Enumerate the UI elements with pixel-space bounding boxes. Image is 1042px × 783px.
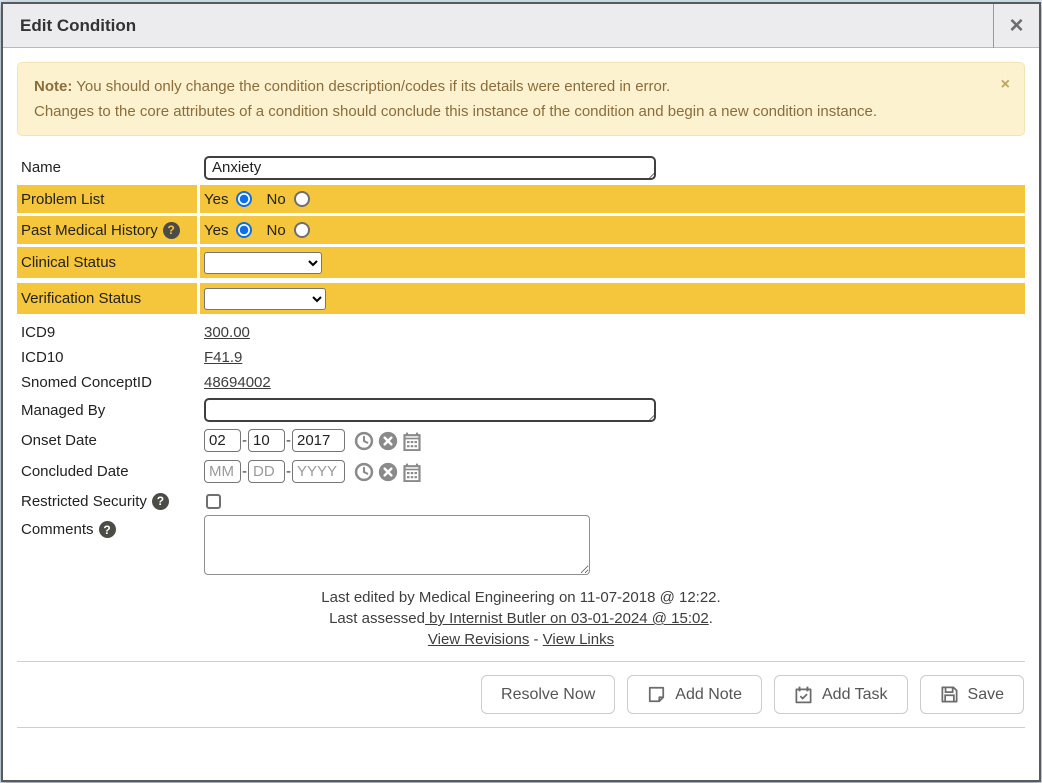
onset-date-label: Onset Date — [17, 425, 197, 456]
pmh-yes-label: Yes — [204, 222, 228, 239]
note-line1: Note: You should only change the conditi… — [34, 74, 1008, 99]
concluded-now-clock-icon[interactable] — [354, 462, 374, 482]
restricted-security-checkbox[interactable] — [206, 494, 221, 509]
problem-list-no-radio[interactable] — [294, 191, 310, 207]
icd9-code-link[interactable]: 300.00 — [204, 324, 250, 341]
clinical-status-label: Clinical Status — [17, 247, 197, 278]
icd10-label: ICD10 — [17, 345, 197, 370]
snomed-code-link[interactable]: 48694002 — [204, 374, 271, 391]
view-links-link[interactable]: View Links — [543, 631, 614, 648]
pmh-no-radio[interactable] — [294, 222, 310, 238]
note-prefix: Note: — [34, 78, 72, 95]
icd10-code-link[interactable]: F41.9 — [204, 349, 242, 366]
view-revisions-link[interactable]: View Revisions — [428, 631, 529, 648]
last-assessed-suffix: . — [709, 610, 713, 627]
managed-by-row: Managed By — [17, 395, 1025, 425]
onset-now-clock-icon[interactable] — [354, 431, 374, 451]
onset-date-row: Onset Date - - — [17, 425, 1025, 456]
clinical-status-select[interactable] — [204, 252, 322, 274]
managed-by-label: Managed By — [17, 395, 197, 425]
problem-list-yes-label: Yes — [204, 191, 228, 208]
note-banner: Note: You should only change the conditi… — [17, 62, 1025, 136]
date-separator: - — [242, 463, 247, 480]
onset-year-input[interactable] — [292, 429, 345, 452]
snomed-label: Snomed ConceptID — [17, 370, 197, 395]
concluded-clear-icon[interactable] — [378, 462, 398, 482]
last-assessed-text: Last assessed by Internist Butler on 03-… — [3, 608, 1039, 629]
banner-close-icon[interactable]: × — [1001, 72, 1010, 97]
concluded-calendar-icon[interactable] — [402, 462, 422, 482]
last-assessed-link[interactable]: by Internist Butler on 03-01-2024 @ 15:0… — [425, 610, 709, 627]
links-separator: - — [529, 631, 542, 648]
dialog-header: Edit Condition × — [3, 4, 1039, 48]
last-edited-text: Last edited by Medical Engineering on 11… — [3, 587, 1039, 608]
onset-day-input[interactable] — [248, 429, 285, 452]
add-note-label: Add Note — [675, 686, 742, 704]
date-separator: - — [286, 432, 291, 449]
concluded-date-row: Concluded Date - - — [17, 456, 1025, 487]
problem-list-row: Problem List Yes No — [17, 185, 1025, 213]
problem-list-yes-radio[interactable] — [236, 191, 252, 207]
concluded-date-label: Concluded Date — [17, 456, 197, 487]
dialog-title: Edit Condition — [3, 16, 993, 36]
concluded-day-input[interactable] — [248, 460, 285, 483]
icd9-row: ICD9 300.00 — [17, 320, 1025, 345]
add-note-button[interactable]: Add Note — [627, 675, 762, 714]
save-icon — [940, 685, 959, 704]
note-icon — [647, 685, 666, 704]
pmh-yes-radio[interactable] — [236, 222, 252, 238]
verification-status-select[interactable] — [204, 288, 326, 310]
comments-label: Comments — [21, 521, 94, 538]
concluded-month-input[interactable] — [204, 460, 241, 483]
name-label: Name — [17, 155, 197, 180]
concluded-year-input[interactable] — [292, 460, 345, 483]
edit-condition-dialog: Edit Condition × Note: You should only c… — [1, 2, 1041, 782]
footer-bottom-divider — [17, 727, 1025, 728]
onset-clear-icon[interactable] — [378, 431, 398, 451]
restricted-security-row: Restricted Security ? — [17, 487, 1025, 515]
clinical-status-row: Clinical Status — [17, 247, 1025, 278]
resolve-now-label: Resolve Now — [501, 686, 595, 704]
past-medical-history-row: Past Medical History ? Yes No — [17, 216, 1025, 244]
icd10-row: ICD10 F41.9 — [17, 345, 1025, 370]
add-task-label: Add Task — [822, 686, 888, 704]
pmh-no-label: No — [266, 222, 285, 239]
action-button-row: Resolve Now Add Note Add Task Save — [3, 675, 1024, 714]
add-task-button[interactable]: Add Task — [774, 675, 908, 714]
comments-help-icon[interactable]: ? — [99, 521, 116, 538]
view-links-line: View Revisions - View Links — [3, 631, 1039, 648]
verification-status-row: Verification Status — [17, 283, 1025, 314]
date-separator: - — [242, 432, 247, 449]
footer-top-divider — [17, 661, 1025, 662]
condition-form: Name Problem List Yes No Past Medical Hi… — [17, 155, 1025, 575]
icd9-label: ICD9 — [17, 320, 197, 345]
resolve-now-button[interactable]: Resolve Now — [481, 675, 615, 714]
comments-textarea[interactable] — [204, 515, 590, 575]
past-medical-history-label: Past Medical History — [21, 222, 158, 239]
managed-by-input[interactable] — [204, 398, 656, 422]
restricted-security-label: Restricted Security — [21, 493, 147, 510]
date-separator: - — [286, 463, 291, 480]
last-assessed-prefix: Last assessed — [329, 610, 425, 627]
onset-calendar-icon[interactable] — [402, 431, 422, 451]
calendar-task-icon — [794, 685, 813, 704]
comments-row: Comments ? — [17, 515, 1025, 575]
past-medical-history-help-icon[interactable]: ? — [163, 222, 180, 239]
audit-info: Last edited by Medical Engineering on 11… — [3, 587, 1039, 629]
verification-status-label: Verification Status — [17, 283, 197, 314]
problem-list-no-label: No — [266, 191, 285, 208]
close-icon[interactable]: × — [993, 4, 1039, 48]
name-row: Name — [17, 155, 1025, 180]
note-line2: Changes to the core attributes of a cond… — [34, 99, 1008, 124]
name-input[interactable] — [204, 156, 656, 180]
snomed-row: Snomed ConceptID 48694002 — [17, 370, 1025, 395]
problem-list-label: Problem List — [17, 185, 197, 213]
onset-month-input[interactable] — [204, 429, 241, 452]
note-text1: You should only change the condition des… — [72, 78, 670, 95]
restricted-security-help-icon[interactable]: ? — [152, 493, 169, 510]
save-label: Save — [968, 686, 1004, 704]
save-button[interactable]: Save — [920, 675, 1024, 714]
